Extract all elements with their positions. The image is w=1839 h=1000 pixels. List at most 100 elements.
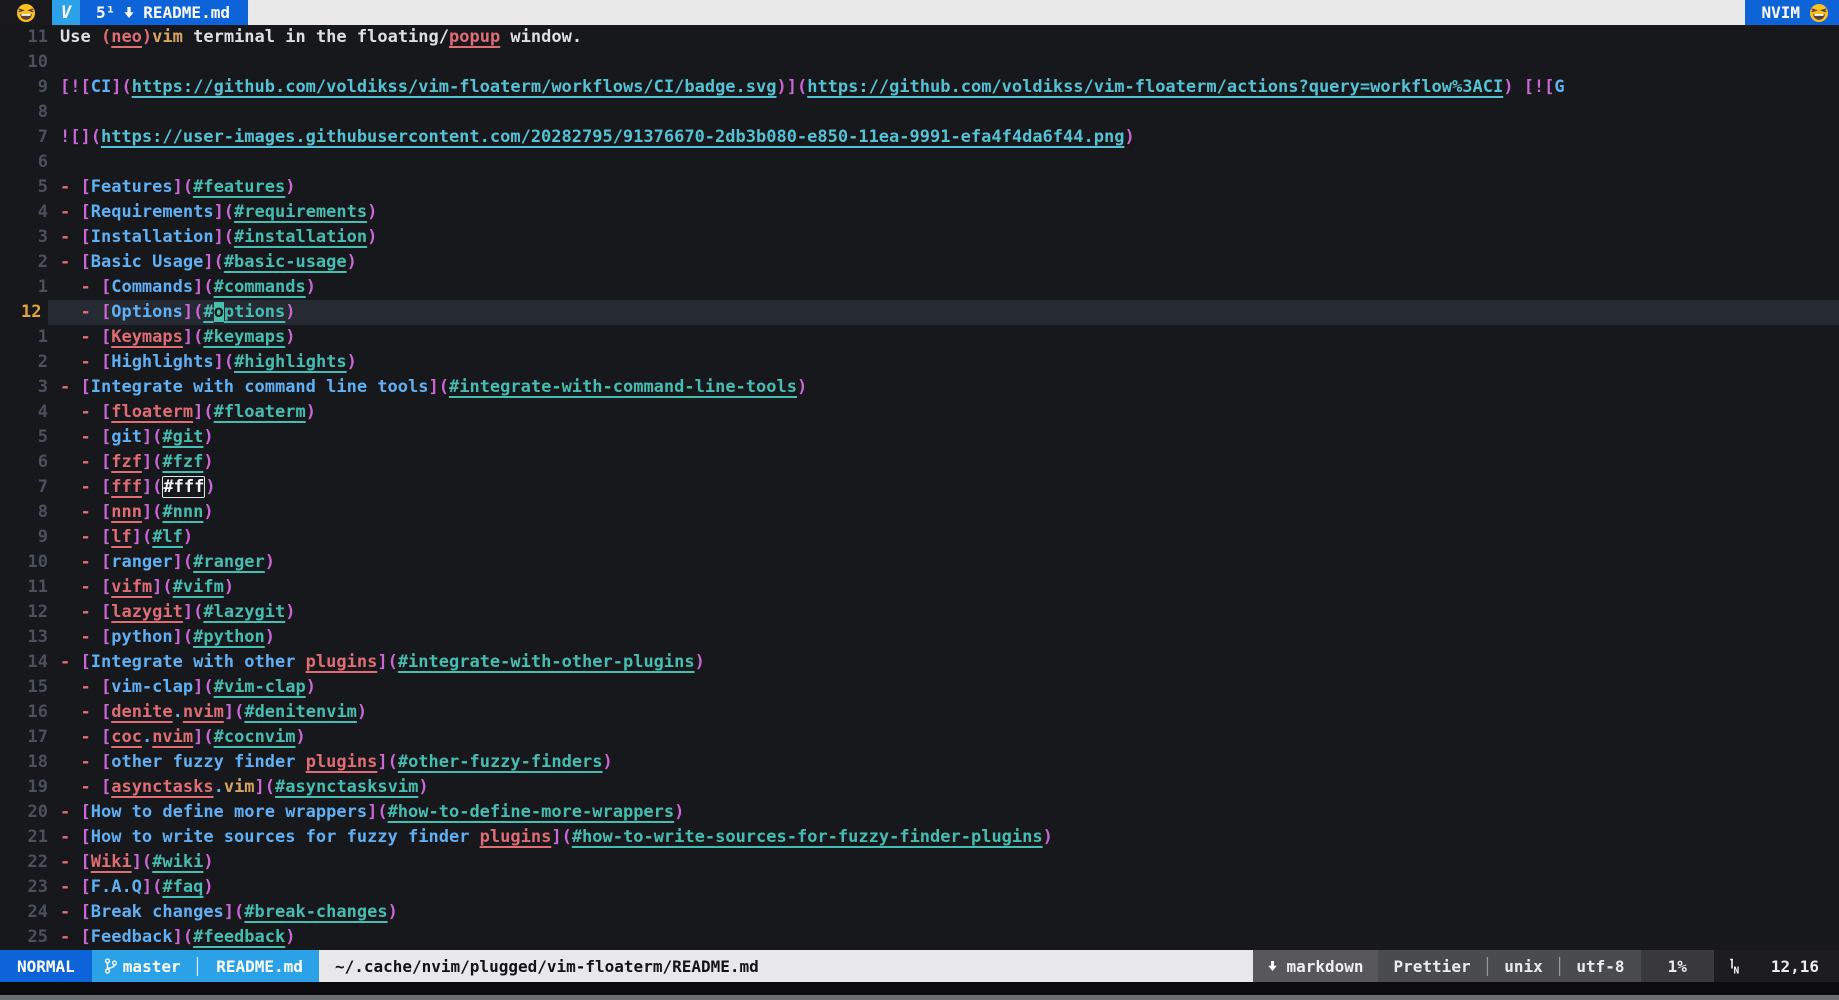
editor-line[interactable]: 2- [Basic Usage](#basic-usage) bbox=[0, 250, 1839, 275]
editor-line[interactable]: 1 - [Commands](#commands) bbox=[0, 275, 1839, 300]
relative-line-number: 3 bbox=[0, 375, 48, 400]
filetype-label: markdown bbox=[1286, 957, 1363, 976]
editor-line[interactable]: 22- [Wiki](#wiki) bbox=[0, 850, 1839, 875]
editor-line[interactable]: 11 - [vifm](#vifm) bbox=[0, 575, 1839, 600]
relative-line-number: 15 bbox=[0, 675, 48, 700]
separator: │ bbox=[1483, 957, 1493, 976]
editor-line[interactable]: 12 - [lazygit](#lazygit) bbox=[0, 600, 1839, 625]
editor-line[interactable]: 8 bbox=[0, 100, 1839, 125]
relative-line-number: 6 bbox=[0, 150, 48, 175]
scroll-percent: 1% bbox=[1641, 950, 1714, 982]
relative-line-number: 24 bbox=[0, 900, 48, 925]
vim-logo-letter: V bbox=[61, 3, 71, 23]
relative-line-number: 18 bbox=[0, 750, 48, 775]
editor-line[interactable]: 6 bbox=[0, 150, 1839, 175]
window-bottom-edge bbox=[0, 995, 1839, 1000]
editor-line[interactable]: 3- [Installation](#installation) bbox=[0, 225, 1839, 250]
line-content: - [Integrate with other plugins](#integr… bbox=[48, 650, 1839, 675]
line-content bbox=[48, 150, 1839, 175]
line-content: - [Installation](#installation) bbox=[48, 225, 1839, 250]
separator: │ bbox=[1555, 957, 1565, 976]
line-content: - [How to define more wrappers](#how-to-… bbox=[48, 800, 1839, 825]
line-content: Use (neo)vim terminal in the floating/po… bbox=[48, 25, 1839, 50]
editor-line[interactable]: 10 - [ranger](#ranger) bbox=[0, 550, 1839, 575]
relative-line-number: 5 bbox=[0, 175, 48, 200]
mode-indicator: NORMAL bbox=[0, 950, 92, 982]
relative-line-number: 7 bbox=[0, 125, 48, 150]
editor-line[interactable]: 14- [Integrate with other plugins](#inte… bbox=[0, 650, 1839, 675]
editor-line[interactable]: 21- [How to write sources for fuzzy find… bbox=[0, 825, 1839, 850]
editor-line[interactable]: 4 - [floaterm](#floaterm) bbox=[0, 400, 1839, 425]
relative-line-number: 23 bbox=[0, 875, 48, 900]
buffer-tab-readme[interactable]: 5¹ README.md bbox=[80, 0, 248, 25]
editor-line[interactable]: 3- [Integrate with command line tools](#… bbox=[0, 375, 1839, 400]
editor-line[interactable]: 18 - [other fuzzy finder plugins](#other… bbox=[0, 750, 1839, 775]
editor-line[interactable]: 5- [Features](#features) bbox=[0, 175, 1839, 200]
editor-line[interactable]: 23- [F.A.Q](#faq) bbox=[0, 875, 1839, 900]
relative-line-number: 1 bbox=[0, 325, 48, 350]
relative-line-number: 16 bbox=[0, 700, 48, 725]
editor-line[interactable]: 1 - [Keymaps](#keymaps) bbox=[0, 325, 1839, 350]
line-content: - [Basic Usage](#basic-usage) bbox=[48, 250, 1839, 275]
editor-line[interactable]: 9 - [lf](#lf) bbox=[0, 525, 1839, 550]
editor-line[interactable]: 10 bbox=[0, 50, 1839, 75]
line-content bbox=[48, 50, 1839, 75]
editor-line[interactable]: 4- [Requirements](#requirements) bbox=[0, 200, 1839, 225]
relative-line-number: 3 bbox=[0, 225, 48, 250]
line-content: - [Options](#options) bbox=[48, 300, 1839, 325]
vim-logo-segment[interactable]: V bbox=[52, 0, 80, 25]
line-content: - [git](#git) bbox=[48, 425, 1839, 450]
line-content: - [other fuzzy finder plugins](#other-fu… bbox=[48, 750, 1839, 775]
editor-line[interactable]: 5 - [git](#git) bbox=[0, 425, 1839, 450]
line-content: - [F.A.Q](#faq) bbox=[48, 875, 1839, 900]
statusline: NORMAL master │ README.md ~/.cache/nvim/… bbox=[0, 950, 1839, 982]
editor-buffer[interactable]: 11Use (neo)vim terminal in the floating/… bbox=[0, 25, 1839, 950]
line-content: - [asynctasks.vim](#asynctasksvim) bbox=[48, 775, 1839, 800]
line-content: - [vim-clap](#vim-clap) bbox=[48, 675, 1839, 700]
down-arrow-icon bbox=[1267, 960, 1278, 972]
relative-line-number: 2 bbox=[0, 250, 48, 275]
line-number-icon: N bbox=[1728, 958, 1741, 974]
formatter-label: Prettier bbox=[1394, 957, 1471, 976]
command-line[interactable] bbox=[0, 982, 1839, 995]
line-content: - [Wiki](#wiki) bbox=[48, 850, 1839, 875]
line-content: - [Commands](#commands) bbox=[48, 275, 1839, 300]
encoding-label: utf-8 bbox=[1576, 957, 1624, 976]
editor-line[interactable]: 17 - [coc.nvim](#cocnvim) bbox=[0, 725, 1839, 750]
tools-segment: Prettier │ unix │ utf-8 bbox=[1378, 950, 1641, 982]
branch-name: master bbox=[123, 957, 181, 976]
cursor-position: 12,16 bbox=[1771, 957, 1819, 976]
editor-line-current[interactable]: 12 - [Options](#options) bbox=[0, 300, 1839, 325]
line-content: - [fff](#fff) bbox=[48, 475, 1839, 500]
laughing-emoji-icon bbox=[1809, 3, 1829, 23]
git-branch-icon bbox=[104, 958, 117, 974]
editor-line[interactable]: 20- [How to define more wrappers](#how-t… bbox=[0, 800, 1839, 825]
editor-line[interactable]: 7 - [fff](#fff) bbox=[0, 475, 1839, 500]
editor-line[interactable]: 7![](https://user-images.githubuserconte… bbox=[0, 125, 1839, 150]
line-content: - [Integrate with command line tools](#i… bbox=[48, 375, 1839, 400]
editor-line[interactable]: 9[![CI](https://github.com/voldikss/vim-… bbox=[0, 75, 1839, 100]
line-content: ![](https://user-images.githubuserconten… bbox=[48, 125, 1839, 150]
line-content: - [Keymaps](#keymaps) bbox=[48, 325, 1839, 350]
editor-line[interactable]: 19 - [asynctasks.vim](#asynctasksvim) bbox=[0, 775, 1839, 800]
relative-line-number: 19 bbox=[0, 775, 48, 800]
editor-line[interactable]: 11Use (neo)vim terminal in the floating/… bbox=[0, 25, 1839, 50]
line-content: - [Requirements](#requirements) bbox=[48, 200, 1839, 225]
editor-line[interactable]: 8 - [nnn](#nnn) bbox=[0, 500, 1839, 525]
editor-line[interactable]: 13 - [python](#python) bbox=[0, 625, 1839, 650]
tabline: V 5¹ README.md NVIM bbox=[0, 0, 1839, 25]
relative-line-number: 17 bbox=[0, 725, 48, 750]
editor-line[interactable]: 15 - [vim-clap](#vim-clap) bbox=[0, 675, 1839, 700]
editor-line[interactable]: 25- [Feedback](#feedback) bbox=[0, 925, 1839, 950]
editor-line[interactable]: 16 - [denite.nvim](#denitenvim) bbox=[0, 700, 1839, 725]
editor-line[interactable]: 2 - [Highlights](#highlights) bbox=[0, 350, 1839, 375]
editor-line[interactable]: 6 - [fzf](#fzf) bbox=[0, 450, 1839, 475]
relative-line-number: 20 bbox=[0, 800, 48, 825]
relative-line-number: 8 bbox=[0, 100, 48, 125]
cursor-block: o bbox=[214, 302, 224, 322]
nvim-terminal-window: V 5¹ README.md NVIM 11Use (neo)vi bbox=[0, 0, 1839, 1000]
relative-line-number: 7 bbox=[0, 475, 48, 500]
editor-line[interactable]: 24- [Break changes](#break-changes) bbox=[0, 900, 1839, 925]
line-content: - [denite.nvim](#denitenvim) bbox=[48, 700, 1839, 725]
relative-line-number: 4 bbox=[0, 400, 48, 425]
